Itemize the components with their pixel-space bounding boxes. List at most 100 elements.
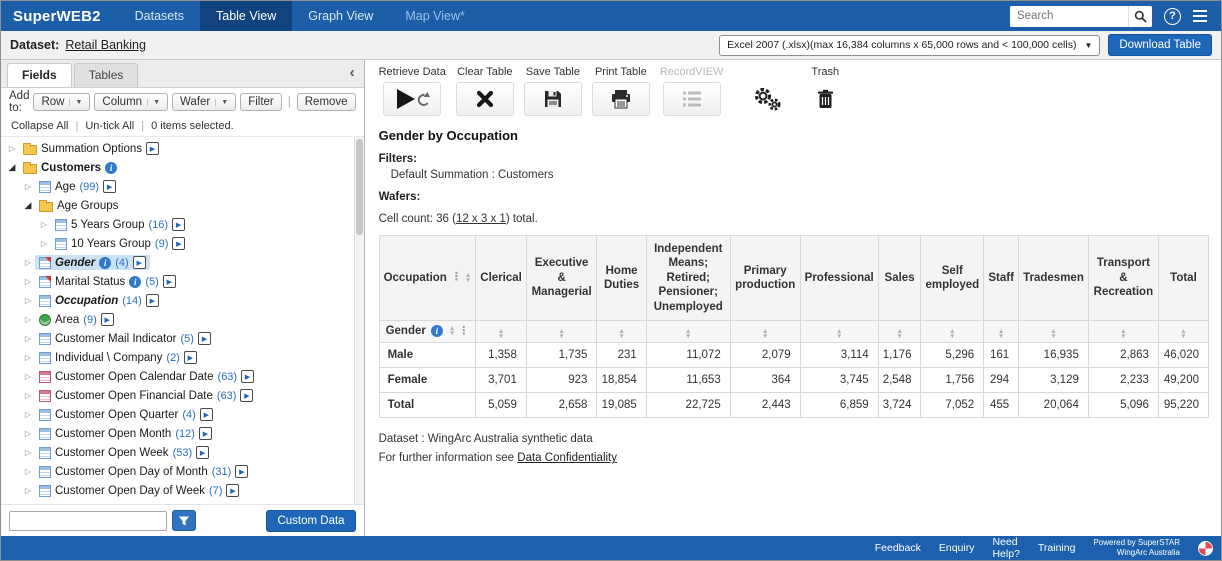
untick-all-link[interactable]: Un-tick All xyxy=(85,120,134,132)
tree-item-body[interactable]: Genderi(4)▶ xyxy=(35,255,150,270)
expand-toggle-icon[interactable]: ▷ xyxy=(21,334,35,343)
sort-icon[interactable]: ▲▼ xyxy=(449,326,455,336)
expand-toggle-icon[interactable]: ▷ xyxy=(21,296,35,305)
expand-toggle-icon[interactable]: ▷ xyxy=(21,258,35,267)
field-filter-icon[interactable] xyxy=(172,510,196,531)
add-to-table-icon[interactable]: ▶ xyxy=(199,427,212,440)
sort-control-total[interactable]: ▲▼ xyxy=(1158,320,1208,342)
add-to-table-icon[interactable]: ▶ xyxy=(103,180,116,193)
column-header-sales[interactable]: Sales xyxy=(878,236,921,321)
column-header-primary-production[interactable]: Primary production xyxy=(730,236,800,321)
sort-icon[interactable]: ▲▼ xyxy=(465,273,471,283)
tree-item-body[interactable]: Area(9)▶ xyxy=(35,312,118,327)
column-header-transport-recreation[interactable]: Transport & Recreation xyxy=(1088,236,1158,321)
sort-icon[interactable]: ▲▼ xyxy=(498,329,504,339)
print-table-button[interactable]: Print Table xyxy=(592,66,650,116)
sort-control-transport-recreation[interactable]: ▲▼ xyxy=(1088,320,1158,342)
sort-control-sales[interactable]: ▲▼ xyxy=(878,320,921,342)
tree-item-body[interactable]: Age(99)▶ xyxy=(35,179,120,194)
dataset-name-link[interactable]: Retail Banking xyxy=(65,38,146,52)
sort-control-tradesmen[interactable]: ▲▼ xyxy=(1019,320,1089,342)
tab-fields[interactable]: Fields xyxy=(7,63,72,87)
expand-toggle-icon[interactable]: ▷ xyxy=(21,467,35,476)
column-header-clerical[interactable]: Clerical xyxy=(476,236,527,321)
add-to-table-icon[interactable]: ▶ xyxy=(146,294,159,307)
tree-item-body[interactable]: Individual \ Company(2)▶ xyxy=(35,350,201,365)
trash-button[interactable]: Trash xyxy=(811,66,839,116)
field-search-input[interactable] xyxy=(9,511,167,531)
add-to-table-icon[interactable]: ▶ xyxy=(240,389,253,402)
info-icon[interactable]: i xyxy=(99,257,111,269)
sort-icon[interactable]: ▲▼ xyxy=(836,329,842,339)
info-icon[interactable]: i xyxy=(105,162,117,174)
kebab-icon[interactable]: ⋮ xyxy=(458,326,469,337)
kebab-icon[interactable]: ⋮ xyxy=(451,272,462,283)
nav-item-graph-view[interactable]: Graph View xyxy=(292,1,389,31)
add-to-table-icon[interactable]: ▶ xyxy=(163,275,176,288)
custom-data-button[interactable]: Custom Data xyxy=(266,510,355,532)
gears-button[interactable] xyxy=(747,66,787,116)
tree-item-body[interactable]: Age Groups xyxy=(35,199,122,213)
tree-item-body[interactable]: Customersi xyxy=(19,161,121,175)
sort-control-professional[interactable]: ▲▼ xyxy=(800,320,878,342)
tree-item-body[interactable]: Customer Open Month(12)▶ xyxy=(35,426,216,441)
search-input[interactable] xyxy=(1010,6,1128,27)
recordview-button[interactable]: RecordVIEW xyxy=(660,66,724,116)
tree-item-body[interactable]: 10 Years Group(9)▶ xyxy=(51,236,189,251)
expand-toggle-icon[interactable]: ▷ xyxy=(21,429,35,438)
clear-table-button[interactable]: Clear Table xyxy=(456,66,514,116)
tree-item-body[interactable]: Customer Open Week(53)▶ xyxy=(35,445,213,460)
remove-button[interactable]: Remove xyxy=(297,93,356,111)
collapse-toggle-icon[interactable]: ◢ xyxy=(21,200,35,211)
footer-link-feedback[interactable]: Feedback xyxy=(875,542,921,554)
tree-item-body[interactable]: Customer Open Day of Month(31)▶ xyxy=(35,464,252,479)
expand-toggle-icon[interactable]: ▷ xyxy=(21,315,35,324)
collapse-all-link[interactable]: Collapse All xyxy=(11,120,68,132)
add-to-table-icon[interactable]: ▶ xyxy=(198,332,211,345)
tab-tables[interactable]: Tables xyxy=(74,63,139,87)
retrieve-data-button[interactable]: Retrieve Data xyxy=(379,66,446,116)
sort-icon[interactable]: ▲▼ xyxy=(1050,329,1056,339)
tree-item-body[interactable]: Summation Options▶ xyxy=(19,141,163,156)
sort-control-clerical[interactable]: ▲▼ xyxy=(476,320,527,342)
column-header-tradesmen[interactable]: Tradesmen xyxy=(1019,236,1089,321)
column-header-executive-managerial[interactable]: Executive & Managerial xyxy=(526,236,597,321)
add-to-row-button[interactable]: Row▼ xyxy=(33,93,90,111)
nav-item-map-view[interactable]: Map View* xyxy=(389,1,481,31)
add-to-table-icon[interactable]: ▶ xyxy=(196,446,209,459)
sort-icon[interactable]: ▲▼ xyxy=(762,329,768,339)
add-to-table-icon[interactable]: ▶ xyxy=(235,465,248,478)
cell-count-link[interactable]: 12 x 3 x 1 xyxy=(456,213,506,225)
tree-item-body[interactable]: Customer Open Calendar Date(63)▶ xyxy=(35,369,258,384)
row-label-female[interactable]: Female xyxy=(379,367,476,392)
sort-icon[interactable]: ▲▼ xyxy=(1120,329,1126,339)
add-to-table-icon[interactable]: ▶ xyxy=(184,351,197,364)
expand-toggle-icon[interactable]: ▷ xyxy=(21,277,35,286)
download-table-button[interactable]: Download Table xyxy=(1108,34,1212,56)
help-icon[interactable]: ? xyxy=(1164,8,1181,25)
expand-toggle-icon[interactable]: ▷ xyxy=(37,220,51,229)
search-icon[interactable] xyxy=(1128,6,1152,27)
column-header-total[interactable]: Total xyxy=(1158,236,1208,321)
filter-button[interactable]: Filter xyxy=(240,93,282,111)
expand-toggle-icon[interactable]: ▷ xyxy=(21,410,35,419)
info-icon[interactable]: i xyxy=(129,276,141,288)
add-to-table-icon[interactable]: ▶ xyxy=(172,237,185,250)
sort-control-primary-production[interactable]: ▲▼ xyxy=(730,320,800,342)
expand-toggle-icon[interactable]: ▷ xyxy=(21,486,35,495)
add-to-table-icon[interactable]: ▶ xyxy=(172,218,185,231)
tree-item-body[interactable]: Customer Open Day of Week(7)▶ xyxy=(35,483,243,498)
tree-item-body[interactable]: Customer Open Quarter(4)▶ xyxy=(35,407,217,422)
expand-toggle-icon[interactable]: ▷ xyxy=(37,239,51,248)
column-header-home-duties[interactable]: Home Duties xyxy=(597,236,646,321)
nav-item-datasets[interactable]: Datasets xyxy=(119,1,200,31)
footer-link-enquiry[interactable]: Enquiry xyxy=(939,542,975,554)
expand-toggle-icon[interactable]: ▷ xyxy=(21,372,35,381)
expand-toggle-icon[interactable]: ▷ xyxy=(21,353,35,362)
expand-toggle-icon[interactable]: ▷ xyxy=(5,144,19,153)
expand-toggle-icon[interactable]: ▷ xyxy=(21,182,35,191)
sort-control-home-duties[interactable]: ▲▼ xyxy=(597,320,646,342)
add-to-table-icon[interactable]: ▶ xyxy=(241,370,254,383)
sort-icon[interactable]: ▲▼ xyxy=(998,329,1004,339)
sort-icon[interactable]: ▲▼ xyxy=(896,329,902,339)
